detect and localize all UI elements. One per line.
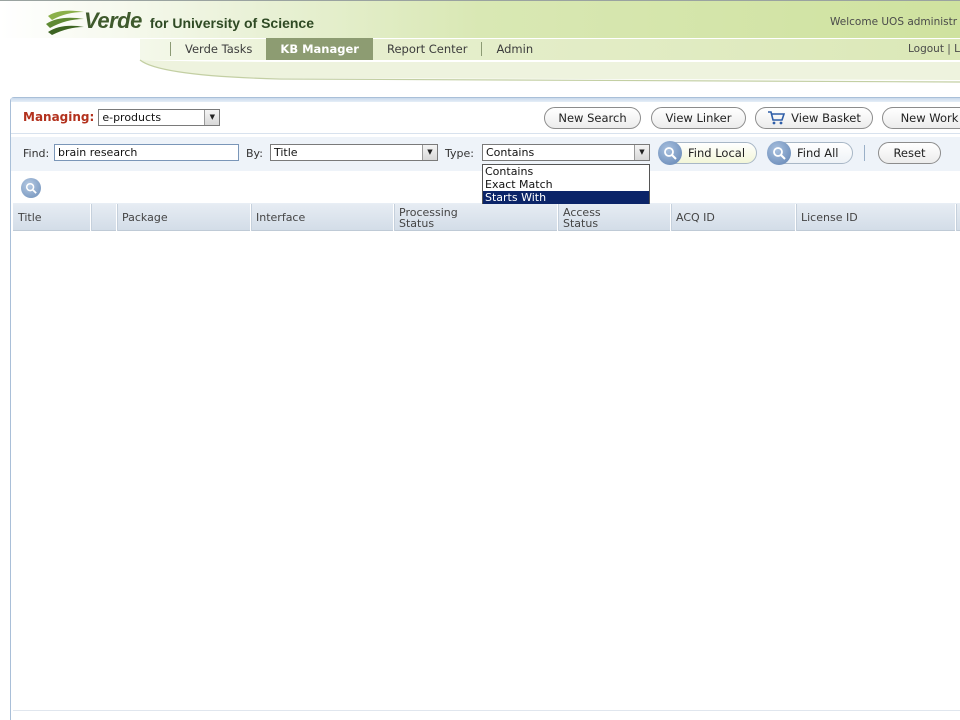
column-header-package[interactable]: Package [117, 204, 251, 231]
find-label: Find: [23, 147, 50, 160]
view-basket-button[interactable]: View Basket [755, 107, 873, 129]
type-option-starts-with[interactable]: Starts With [483, 191, 649, 204]
processing-status-line2: Status [399, 216, 435, 230]
by-select-value: Title [274, 146, 298, 159]
column-header-access-status[interactable]: Access Status [558, 204, 671, 231]
magnifier-icon [658, 141, 682, 165]
app-header: Verde for University of Science Welcome … [0, 0, 960, 92]
managing-select[interactable]: e-products ▼ [98, 108, 221, 126]
chevron-down-icon[interactable]: ▼ [204, 109, 220, 125]
type-option-exact-match[interactable]: Exact Match [483, 178, 649, 191]
find-all-button[interactable]: Find All [767, 141, 853, 165]
column-header-title[interactable]: Title [13, 204, 91, 231]
by-select[interactable]: Title ▼ [270, 144, 438, 161]
chevron-down-icon[interactable]: ▼ [634, 145, 649, 160]
results-grid-header: Title Package Interface Processing Statu… [13, 203, 960, 231]
find-input[interactable]: brain research [54, 144, 239, 161]
find-local-label: Find Local [688, 146, 746, 160]
processing-status-line1: Processing [399, 205, 458, 219]
managing-row: Managing: e-products ▼ [23, 106, 221, 128]
managing-select-value: e-products [102, 110, 162, 124]
type-label: Type: [445, 147, 474, 160]
type-dropdown-list: Contains Exact Match Starts With [482, 164, 650, 204]
nav-tab-kb-manager[interactable]: KB Manager [266, 38, 373, 60]
welcome-text: Welcome UOS administr [830, 16, 958, 28]
column-header-acq-id[interactable]: ACQ ID [671, 204, 796, 231]
logo-subtitle: for University of Science [149, 14, 314, 31]
nav-tab-verde-tasks[interactable]: Verde Tasks [171, 38, 266, 60]
logout-link[interactable]: Logout | L [908, 43, 960, 55]
managing-label: Managing: [23, 110, 95, 124]
find-local-button[interactable]: Find Local [658, 141, 757, 165]
verde-logo[interactable]: Verde for University of Science [46, 6, 314, 36]
type-select-value: Contains [486, 146, 535, 159]
view-linker-button[interactable]: View Linker [651, 107, 746, 129]
column-header-processing-status[interactable]: Processing Status [394, 204, 558, 231]
cart-icon [768, 111, 786, 125]
verde-logo-icon [46, 10, 84, 35]
column-header-license-id[interactable]: License ID [796, 204, 956, 231]
access-status-line2: Status [563, 216, 599, 230]
panel-top-strip [11, 98, 960, 102]
reset-button[interactable]: Reset [878, 142, 941, 164]
nav-tab-report-center[interactable]: Report Center [373, 38, 481, 60]
toolbar-divider [11, 133, 960, 134]
column-header-blank[interactable] [91, 204, 117, 231]
find-all-label: Find All [797, 146, 839, 160]
view-basket-label: View Basket [791, 111, 861, 125]
logo-word: Verde [84, 8, 142, 33]
magnifier-icon[interactable] [21, 178, 41, 198]
nav-tab-admin[interactable]: Admin [482, 38, 547, 60]
by-label: By: [246, 147, 263, 160]
chevron-down-icon[interactable]: ▼ [422, 145, 437, 160]
access-status-line1: Access [563, 205, 601, 219]
kb-manager-panel: Managing: e-products ▼ New Search View L… [10, 97, 960, 720]
magnifier-icon [767, 141, 791, 165]
new-search-button[interactable]: New Search [544, 107, 641, 129]
results-grid-body [13, 232, 960, 712]
new-work-button[interactable]: New Work [882, 107, 960, 129]
column-header-interface[interactable]: Interface [251, 204, 394, 231]
type-option-contains[interactable]: Contains [483, 165, 649, 178]
grid-bottom-line [13, 710, 960, 711]
search-separator [864, 145, 865, 161]
type-select[interactable]: Contains ▼ [482, 144, 650, 161]
main-nav: Verde Tasks KB Manager Report Center Adm… [170, 38, 547, 60]
